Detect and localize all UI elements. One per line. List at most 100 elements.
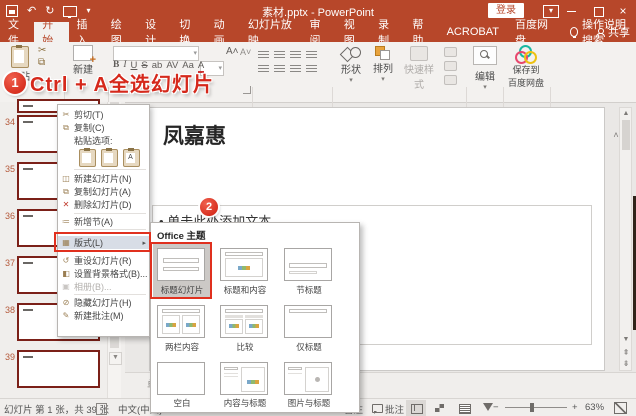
gallery-header: Office 主题	[157, 228, 206, 242]
new-comment-icon: ✎	[58, 311, 74, 320]
paste-keep-text-icon[interactable]: A	[123, 149, 140, 167]
new-slide-icon	[73, 45, 93, 61]
menu-item-duplicate-slide[interactable]: ⧉ 复制幻灯片(A)	[58, 185, 149, 198]
ribbon-tab-bar: 文件 开始 插入 绘图 设计 切换 动画 幻灯片放映 审阅 视图 录制 帮助 A…	[0, 22, 636, 42]
tab-review[interactable]: 审阅	[302, 22, 336, 42]
save-to-baidu-button[interactable]: 保存到 百度网盘	[506, 45, 546, 89]
comments-toggle[interactable]: 批注	[372, 402, 404, 416]
normal-view-button[interactable]	[406, 400, 426, 416]
layout-comparison-label: 比较	[214, 341, 276, 353]
zoom-out-icon[interactable]: −	[493, 402, 499, 413]
tab-draw[interactable]: 绘图	[103, 22, 137, 42]
search-icon	[480, 50, 488, 58]
next-slide-icon[interactable]: ⇟	[621, 359, 631, 368]
slide-number-36: 36	[2, 211, 15, 221]
menu-item-new-comment[interactable]: ✎ 新建批注(M)	[58, 309, 149, 322]
layout-content-with-caption-label: 内容与标题	[214, 397, 276, 409]
slide-sorter-button[interactable]	[430, 400, 450, 416]
align-icons[interactable]	[258, 61, 322, 79]
quick-styles-icon	[410, 46, 428, 61]
tab-home[interactable]: 开始	[34, 22, 68, 42]
menu-item-hide-slide[interactable]: ⊘ 隐藏幻灯片(H)	[58, 296, 149, 309]
layout-picture-with-caption[interactable]	[284, 362, 332, 395]
zoom-slider[interactable]	[505, 407, 567, 408]
share-button[interactable]: 共享	[596, 22, 630, 42]
reset-slide-icon: ↺	[58, 256, 74, 265]
editor-scrollbar[interactable]: ▲ ▼ ⇞ ⇟	[619, 107, 632, 371]
previous-slide-icon[interactable]: ⇞	[621, 348, 631, 357]
layout-two-content[interactable]	[157, 305, 205, 338]
layout-picture-with-caption-label: 图片与标题	[278, 397, 340, 409]
copy-icon[interactable]: ⧉	[38, 57, 45, 68]
slide-thumbnail-39[interactable]	[17, 350, 100, 388]
context-menu: ✂ 剪切(T) ⧉ 复制(C) 粘贴选项: A ◫ 新建幻灯片(N) ⧉ 复制幻…	[57, 104, 150, 337]
arrange-button[interactable]: 排列 ▾	[369, 46, 397, 83]
layout-content-with-caption[interactable]	[220, 362, 268, 395]
tab-file[interactable]: 文件	[0, 22, 34, 42]
paste-icon	[11, 46, 29, 68]
step1-annotation-text: Ctrl + A全选幻灯片	[30, 68, 214, 97]
tab-acrobat[interactable]: ACROBAT	[439, 22, 507, 42]
tab-transitions[interactable]: 切换	[171, 22, 205, 42]
layout-title-and-content[interactable]	[220, 248, 268, 281]
tab-record[interactable]: 录制	[370, 22, 404, 42]
reading-view-button[interactable]	[454, 400, 474, 416]
zoom-in-icon[interactable]: +	[572, 402, 578, 413]
duplicate-slide-icon: ⧉	[58, 187, 74, 197]
step-highlight-title-slide-layout	[150, 242, 212, 299]
menu-item-delete-slide[interactable]: ✕ 删除幻灯片(D)	[58, 198, 149, 211]
paste-keep-source-icon[interactable]	[79, 149, 96, 167]
grow-font-icon[interactable]: A˄	[226, 46, 239, 57]
tab-help[interactable]: 帮助	[404, 22, 438, 42]
cut-icon[interactable]: ✂	[38, 45, 46, 56]
scroll-down-icon[interactable]: ▼	[621, 336, 631, 343]
delete-slide-icon: ✕	[58, 200, 74, 209]
quick-styles-button[interactable]: 快速样式	[400, 46, 438, 91]
new-slide-icon: ◫	[58, 174, 74, 183]
layout-title-only[interactable]	[284, 305, 332, 338]
minimize-icon[interactable]	[567, 11, 576, 12]
slide-number-35: 35	[2, 164, 15, 174]
tab-slideshow[interactable]: 幻灯片放映	[240, 22, 302, 42]
fit-to-window-icon[interactable]	[614, 402, 627, 414]
hide-slide-icon: ⊘	[58, 298, 74, 307]
menu-item-cut[interactable]: ✂ 剪切(T)	[58, 108, 149, 121]
baidu-netdisk-icon	[515, 45, 537, 63]
tab-design[interactable]: 设计	[137, 22, 171, 42]
tab-baidu-netdisk[interactable]: 百度网盘	[507, 22, 560, 42]
person-icon	[596, 28, 604, 36]
shrink-font-icon[interactable]: A˅	[240, 47, 251, 57]
menu-item-format-background[interactable]: ◧ 设置背景格式(B)...	[58, 267, 149, 280]
editing-button[interactable]: 编辑 ▾	[470, 46, 500, 91]
layout-title-only-label: 仅标题	[278, 341, 340, 353]
menu-item-new-slide[interactable]: ◫ 新建幻灯片(N)	[58, 172, 149, 185]
editor-scrollbar-thumb[interactable]	[622, 120, 630, 150]
slideshow-view-icon	[483, 403, 493, 411]
cut-icon: ✂	[58, 110, 74, 119]
layout-two-content-label: 两栏内容	[151, 341, 213, 353]
shape-format-mini-icons[interactable]	[443, 47, 457, 87]
tab-animations[interactable]: 动画	[206, 22, 240, 42]
photo-album-icon: ▣	[58, 282, 74, 291]
layout-blank-label: 空白	[151, 397, 213, 409]
font-dialog-launcher-icon[interactable]	[243, 86, 251, 94]
zoom-level[interactable]: 63%	[585, 402, 604, 413]
slide-title[interactable]: 凤嘉惠	[163, 120, 226, 150]
shapes-button[interactable]: 形状 ▾	[337, 46, 365, 84]
arrange-icon	[375, 46, 391, 60]
accessibility-icon[interactable]	[96, 403, 107, 415]
menu-item-copy[interactable]: ⧉ 复制(C)	[58, 121, 149, 134]
font-name-select[interactable]: ▾	[113, 46, 199, 61]
step-highlight-layout-item	[54, 232, 151, 252]
menu-item-add-section[interactable]: ≔ 新增节(A)	[58, 215, 149, 228]
tab-view[interactable]: 视图	[336, 22, 370, 42]
menu-item-reset-slide[interactable]: ↺ 重设幻灯片(R)	[58, 254, 149, 267]
tab-insert[interactable]: 插入	[69, 22, 103, 42]
layout-comparison[interactable]	[220, 305, 268, 338]
scroll-up-icon[interactable]: ▲	[621, 110, 631, 117]
zoom-slider-thumb[interactable]	[530, 403, 534, 412]
paste-merge-icon[interactable]	[101, 149, 118, 167]
layout-section-header[interactable]	[284, 248, 332, 281]
layout-blank[interactable]	[157, 362, 205, 395]
panel-scroll-down-icon[interactable]: ▼	[109, 352, 122, 365]
